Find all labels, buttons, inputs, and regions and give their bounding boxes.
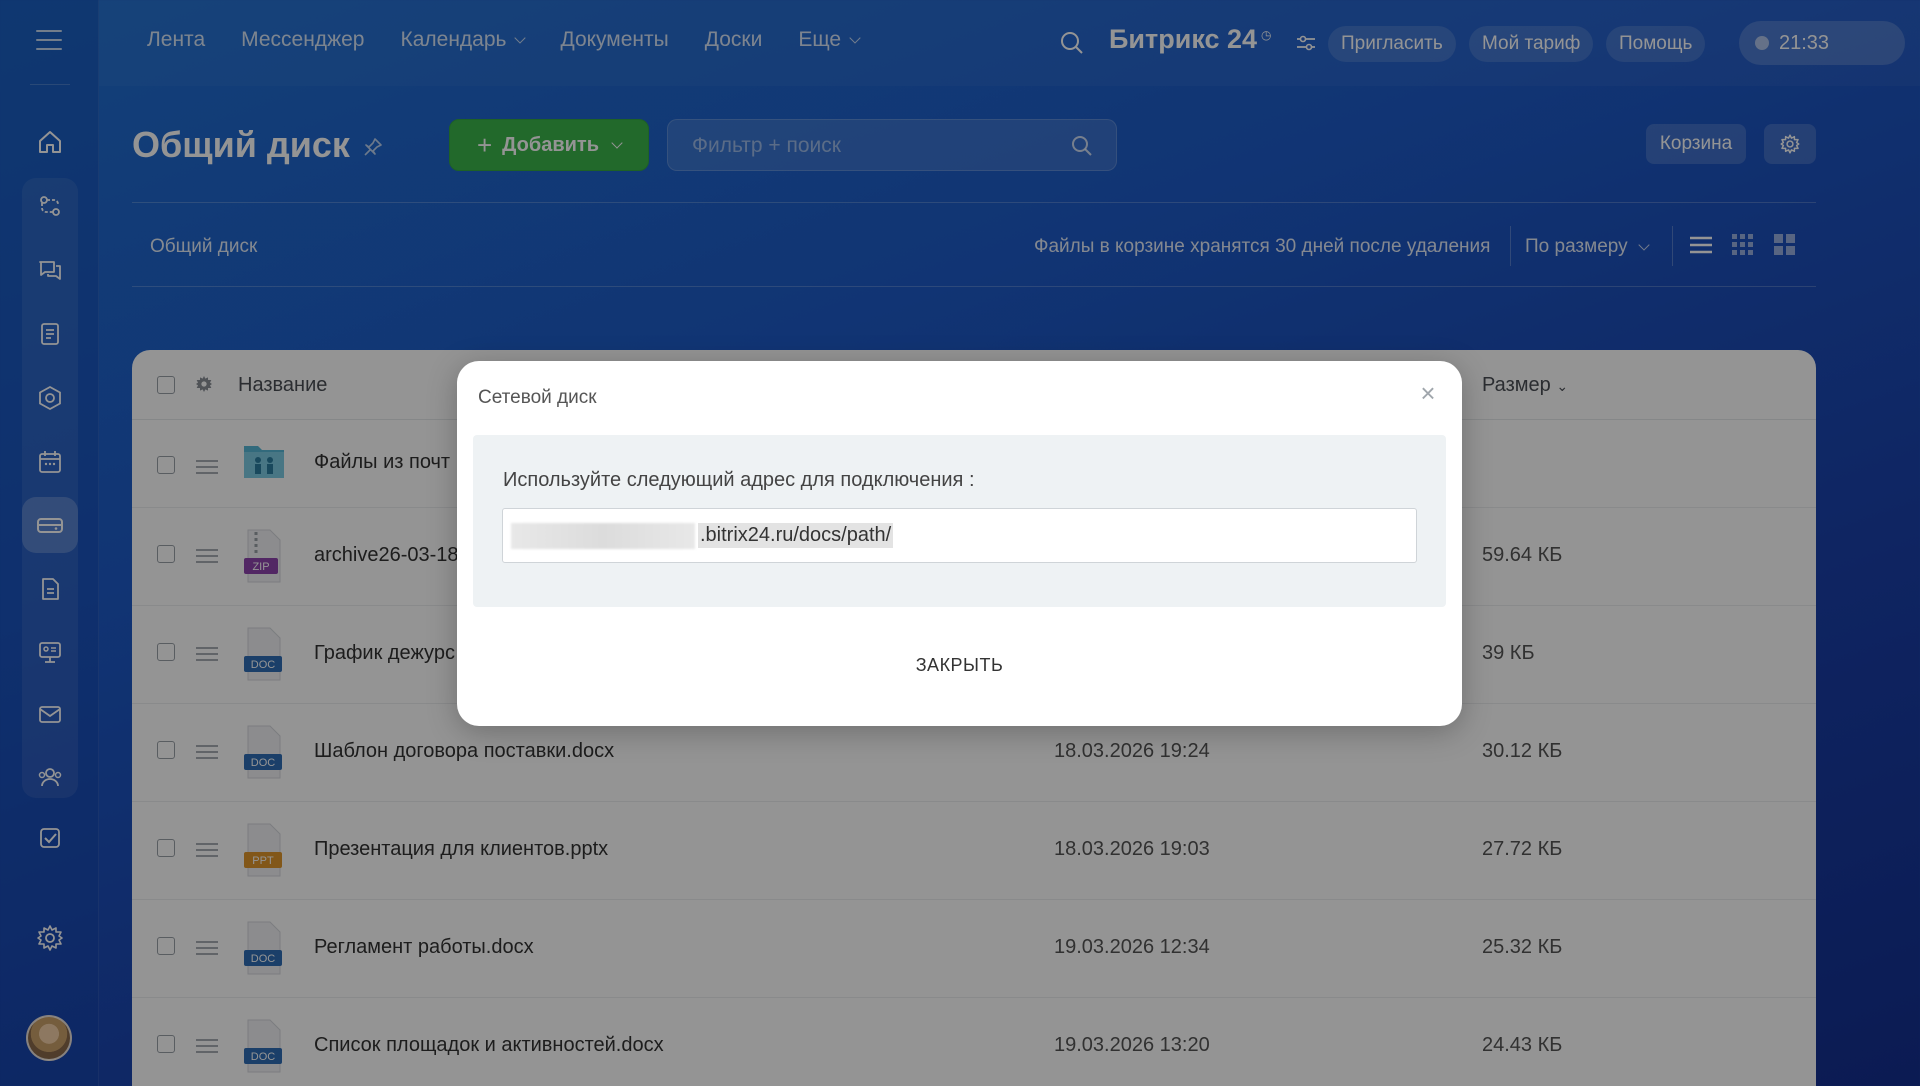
dialog-hint: Используйте следующий адрес для подключе…	[503, 469, 975, 491]
address-value[interactable]: .bitrix24.ru/docs/path/	[698, 523, 894, 548]
dialog-body: Используйте следующий адрес для подключе…	[473, 435, 1446, 607]
network-drive-dialog: Сетевой диск × Используйте следующий адр…	[457, 361, 1462, 726]
redacted-host	[511, 523, 695, 549]
close-button[interactable]: ЗАКРЫТЬ	[457, 655, 1462, 676]
dialog-title: Сетевой диск	[478, 387, 597, 408]
close-icon[interactable]: ×	[1416, 380, 1440, 406]
address-field[interactable]: .bitrix24.ru/docs/path/	[502, 508, 1417, 563]
